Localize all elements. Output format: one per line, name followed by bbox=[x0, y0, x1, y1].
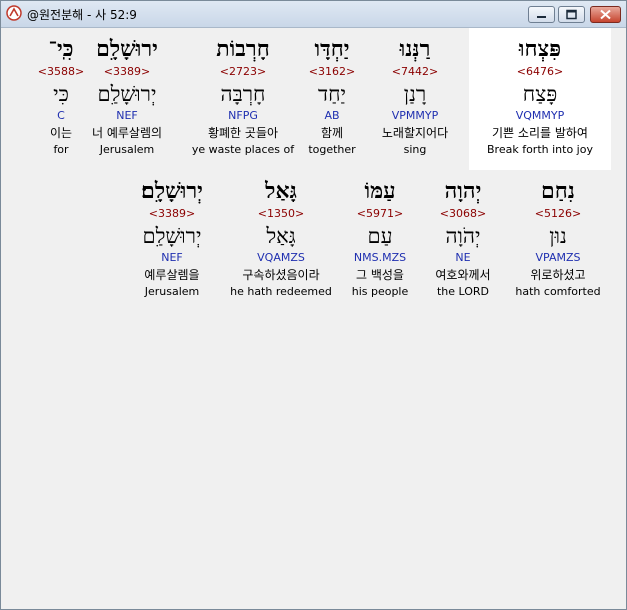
english-gloss: hath comforted bbox=[515, 285, 601, 298]
word-card[interactable]: נִחַם <5126> נוּן VPAMZS 위로하셨고 hath comf… bbox=[502, 176, 614, 300]
korean-gloss: 기쁜 소리를 발하여 bbox=[492, 126, 588, 140]
morphology-code: NEF bbox=[116, 109, 138, 122]
word-card[interactable]: יְרוּשָׁלִָם׃ <3389> יְרוּשָׁלַ͏ִם NEF 예… bbox=[116, 176, 228, 300]
minimize-icon bbox=[537, 16, 546, 18]
hebrew-word: פִּצְחוּ bbox=[518, 36, 562, 62]
hebrew-word: גָּאַל bbox=[265, 178, 297, 204]
lemma: יְרוּשָׁלַ͏ִם bbox=[97, 82, 157, 106]
korean-gloss: 구속하셨음이라 bbox=[242, 268, 320, 282]
korean-gloss: 너 예루살렘의 bbox=[91, 126, 163, 140]
strong-number[interactable]: <6476> bbox=[469, 64, 611, 80]
strong-number[interactable]: <7442> bbox=[359, 64, 471, 80]
lemma: פָּצַח bbox=[522, 82, 558, 106]
lemma: גָּאַל bbox=[266, 224, 296, 248]
english-gloss: Jerusalem bbox=[99, 143, 155, 156]
morphology-code: VPMMYP bbox=[391, 109, 439, 122]
english-gloss: sing bbox=[403, 143, 427, 156]
strong-number[interactable]: <3389> bbox=[116, 206, 228, 222]
hebrew-word: רַנְּנוּ bbox=[399, 36, 431, 62]
morphology-code: NEF bbox=[161, 251, 183, 264]
close-icon bbox=[600, 9, 611, 20]
title-bar[interactable]: @원전분해 - 사 52:9 bbox=[1, 1, 626, 28]
minimize-button[interactable] bbox=[528, 6, 555, 23]
hebrew-word: נִחַם bbox=[541, 178, 575, 204]
lemma: נוּן bbox=[549, 224, 567, 248]
hebrew-word: ירוּשָׁלִָם bbox=[96, 36, 158, 62]
lemma: רָנַן bbox=[403, 82, 427, 106]
korean-gloss: 예루살렘을 bbox=[144, 268, 200, 282]
english-gloss: Jerusalem bbox=[144, 285, 200, 298]
word-card[interactable]: ירוּשָׁלִָם <3389> יְרוּשָׁלַ͏ִם NEF 너 예… bbox=[71, 34, 183, 158]
word-card[interactable]: גָּאַל <1350> גָּאַל VQAMZS 구속하셨음이라 he h… bbox=[225, 176, 337, 300]
morphology-code: VQAMZS bbox=[257, 251, 305, 264]
maximize-button[interactable] bbox=[558, 6, 585, 23]
word-card[interactable]: רַנְּנוּ <7442> רָנַן VPMMYP 노래할지어다 sing bbox=[359, 34, 471, 158]
app-logo-icon bbox=[6, 5, 22, 21]
word-analysis-panel: כִּֽי־ <3588> כִּי C 이는 for ירוּשָׁלִָם … bbox=[5, 28, 620, 604]
close-button[interactable] bbox=[590, 6, 621, 23]
morphology-code: VPAMZS bbox=[535, 251, 581, 264]
strong-number[interactable]: <3389> bbox=[71, 64, 183, 80]
maximize-icon bbox=[566, 9, 577, 20]
window-title: @원전분해 - 사 52:9 bbox=[27, 8, 137, 22]
korean-gloss: 노래할지어다 bbox=[381, 126, 449, 140]
strong-number[interactable]: <1350> bbox=[225, 206, 337, 222]
english-gloss: Break forth into joy bbox=[487, 143, 593, 156]
word-card-selected[interactable]: פִּצְחוּ <6476> פָּצַח VQMMYP 기쁜 소리를 발하여… bbox=[469, 28, 611, 170]
korean-gloss: 위로하셨고 bbox=[530, 268, 586, 282]
morphology-code: VQMMYP bbox=[515, 109, 565, 122]
strong-number[interactable]: <5126> bbox=[502, 206, 614, 222]
lemma: יְרוּשָׁלַ͏ִם bbox=[142, 224, 202, 248]
english-gloss: he hath redeemed bbox=[230, 285, 332, 298]
app-window: @원전분해 - 사 52:9 כִּֽי־ <3588> כִּי C 이는 f… bbox=[0, 0, 627, 610]
hebrew-word: יְרוּשָׁלִָם׃ bbox=[141, 178, 203, 204]
